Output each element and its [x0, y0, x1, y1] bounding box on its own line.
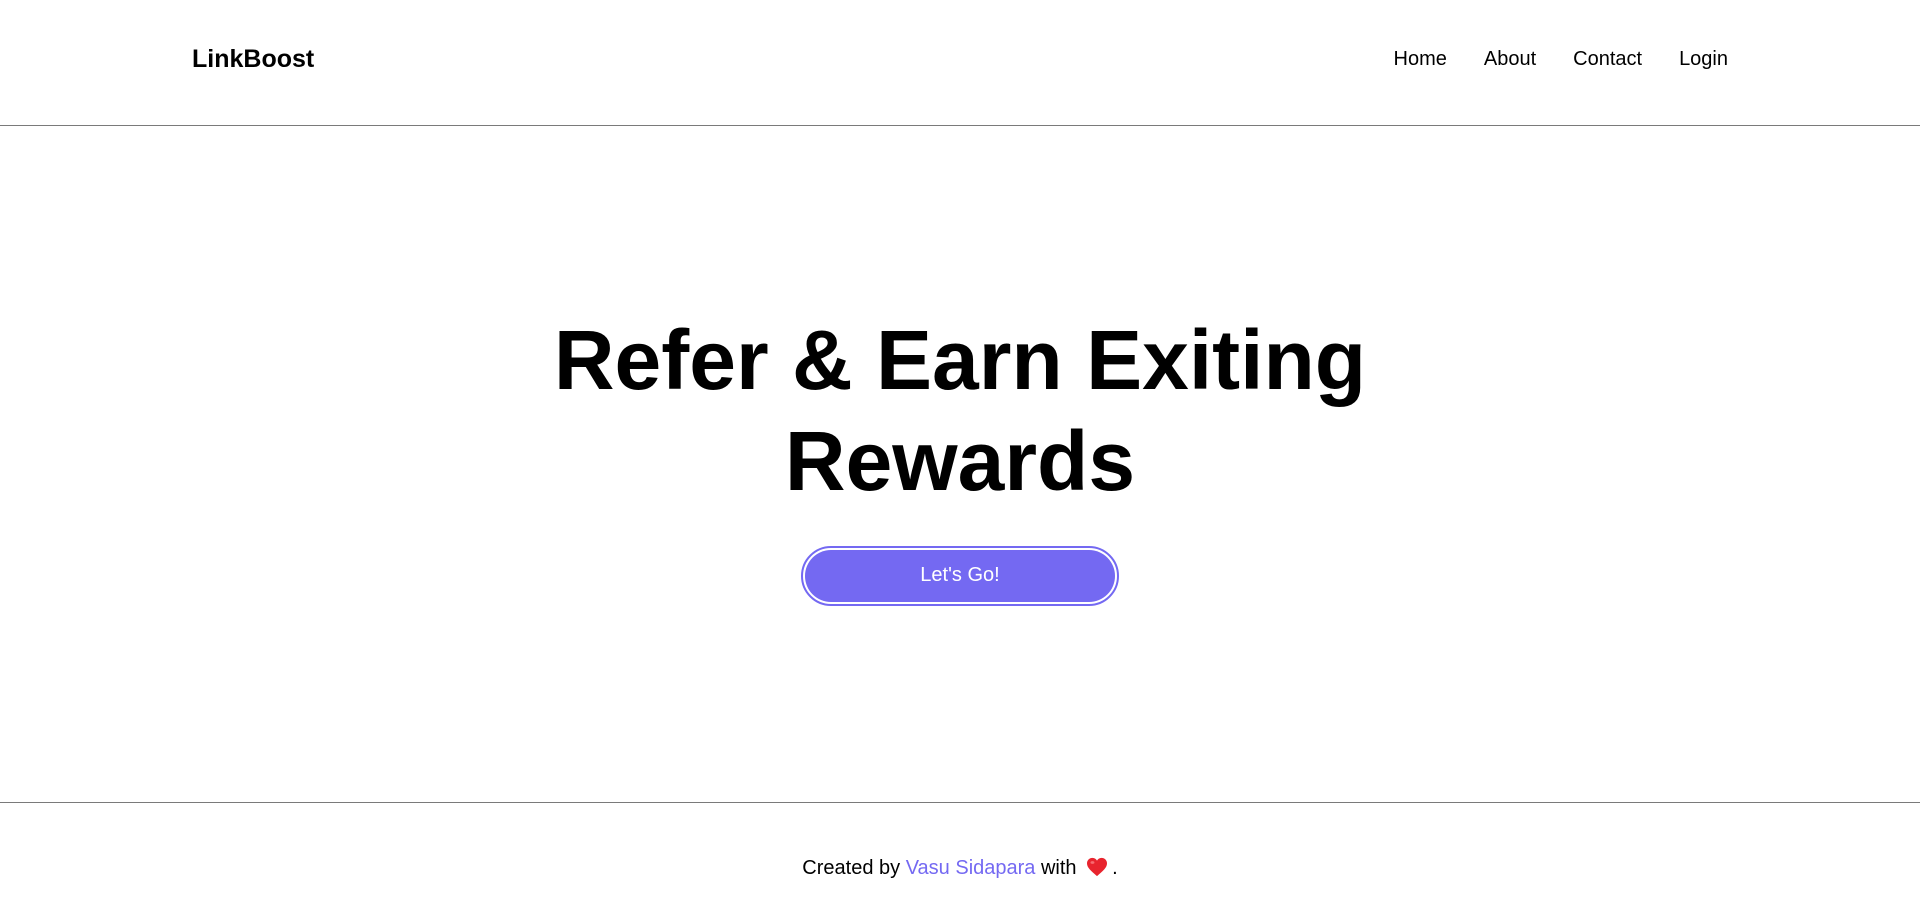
nav-links: Home About Contact Login: [1394, 46, 1729, 72]
nav-link-contact[interactable]: Contact: [1573, 46, 1642, 72]
nav-link-about[interactable]: About: [1484, 46, 1536, 72]
author-link[interactable]: Vasu Sidapara: [906, 857, 1036, 879]
cta-button-frame[interactable]: Let's Go!: [801, 545, 1119, 606]
heart-icon: [1086, 857, 1108, 884]
nav-link-home[interactable]: Home: [1394, 46, 1447, 72]
footer-suffix: .: [1112, 857, 1118, 879]
brand-logo[interactable]: LinkBoost: [192, 44, 314, 74]
page: LinkBoost Home About Contact Login Refer…: [0, 0, 1920, 922]
footer-prefix: Created by: [802, 857, 901, 879]
footer: Created by Vasu Sidapara with .: [0, 802, 1920, 922]
footer-middle: with: [1040, 857, 1077, 879]
footer-credit: Created by Vasu Sidapara with .: [0, 855, 1920, 884]
nav-link-login[interactable]: Login: [1679, 46, 1728, 72]
lets-go-button[interactable]: Let's Go!: [805, 549, 1115, 602]
hero-title: Refer & Earn Exiting Rewards: [553, 312, 1367, 508]
navbar: LinkBoost Home About Contact Login: [0, 0, 1920, 126]
hero-section: Refer & Earn Exiting Rewards Let's Go!: [0, 126, 1920, 803]
